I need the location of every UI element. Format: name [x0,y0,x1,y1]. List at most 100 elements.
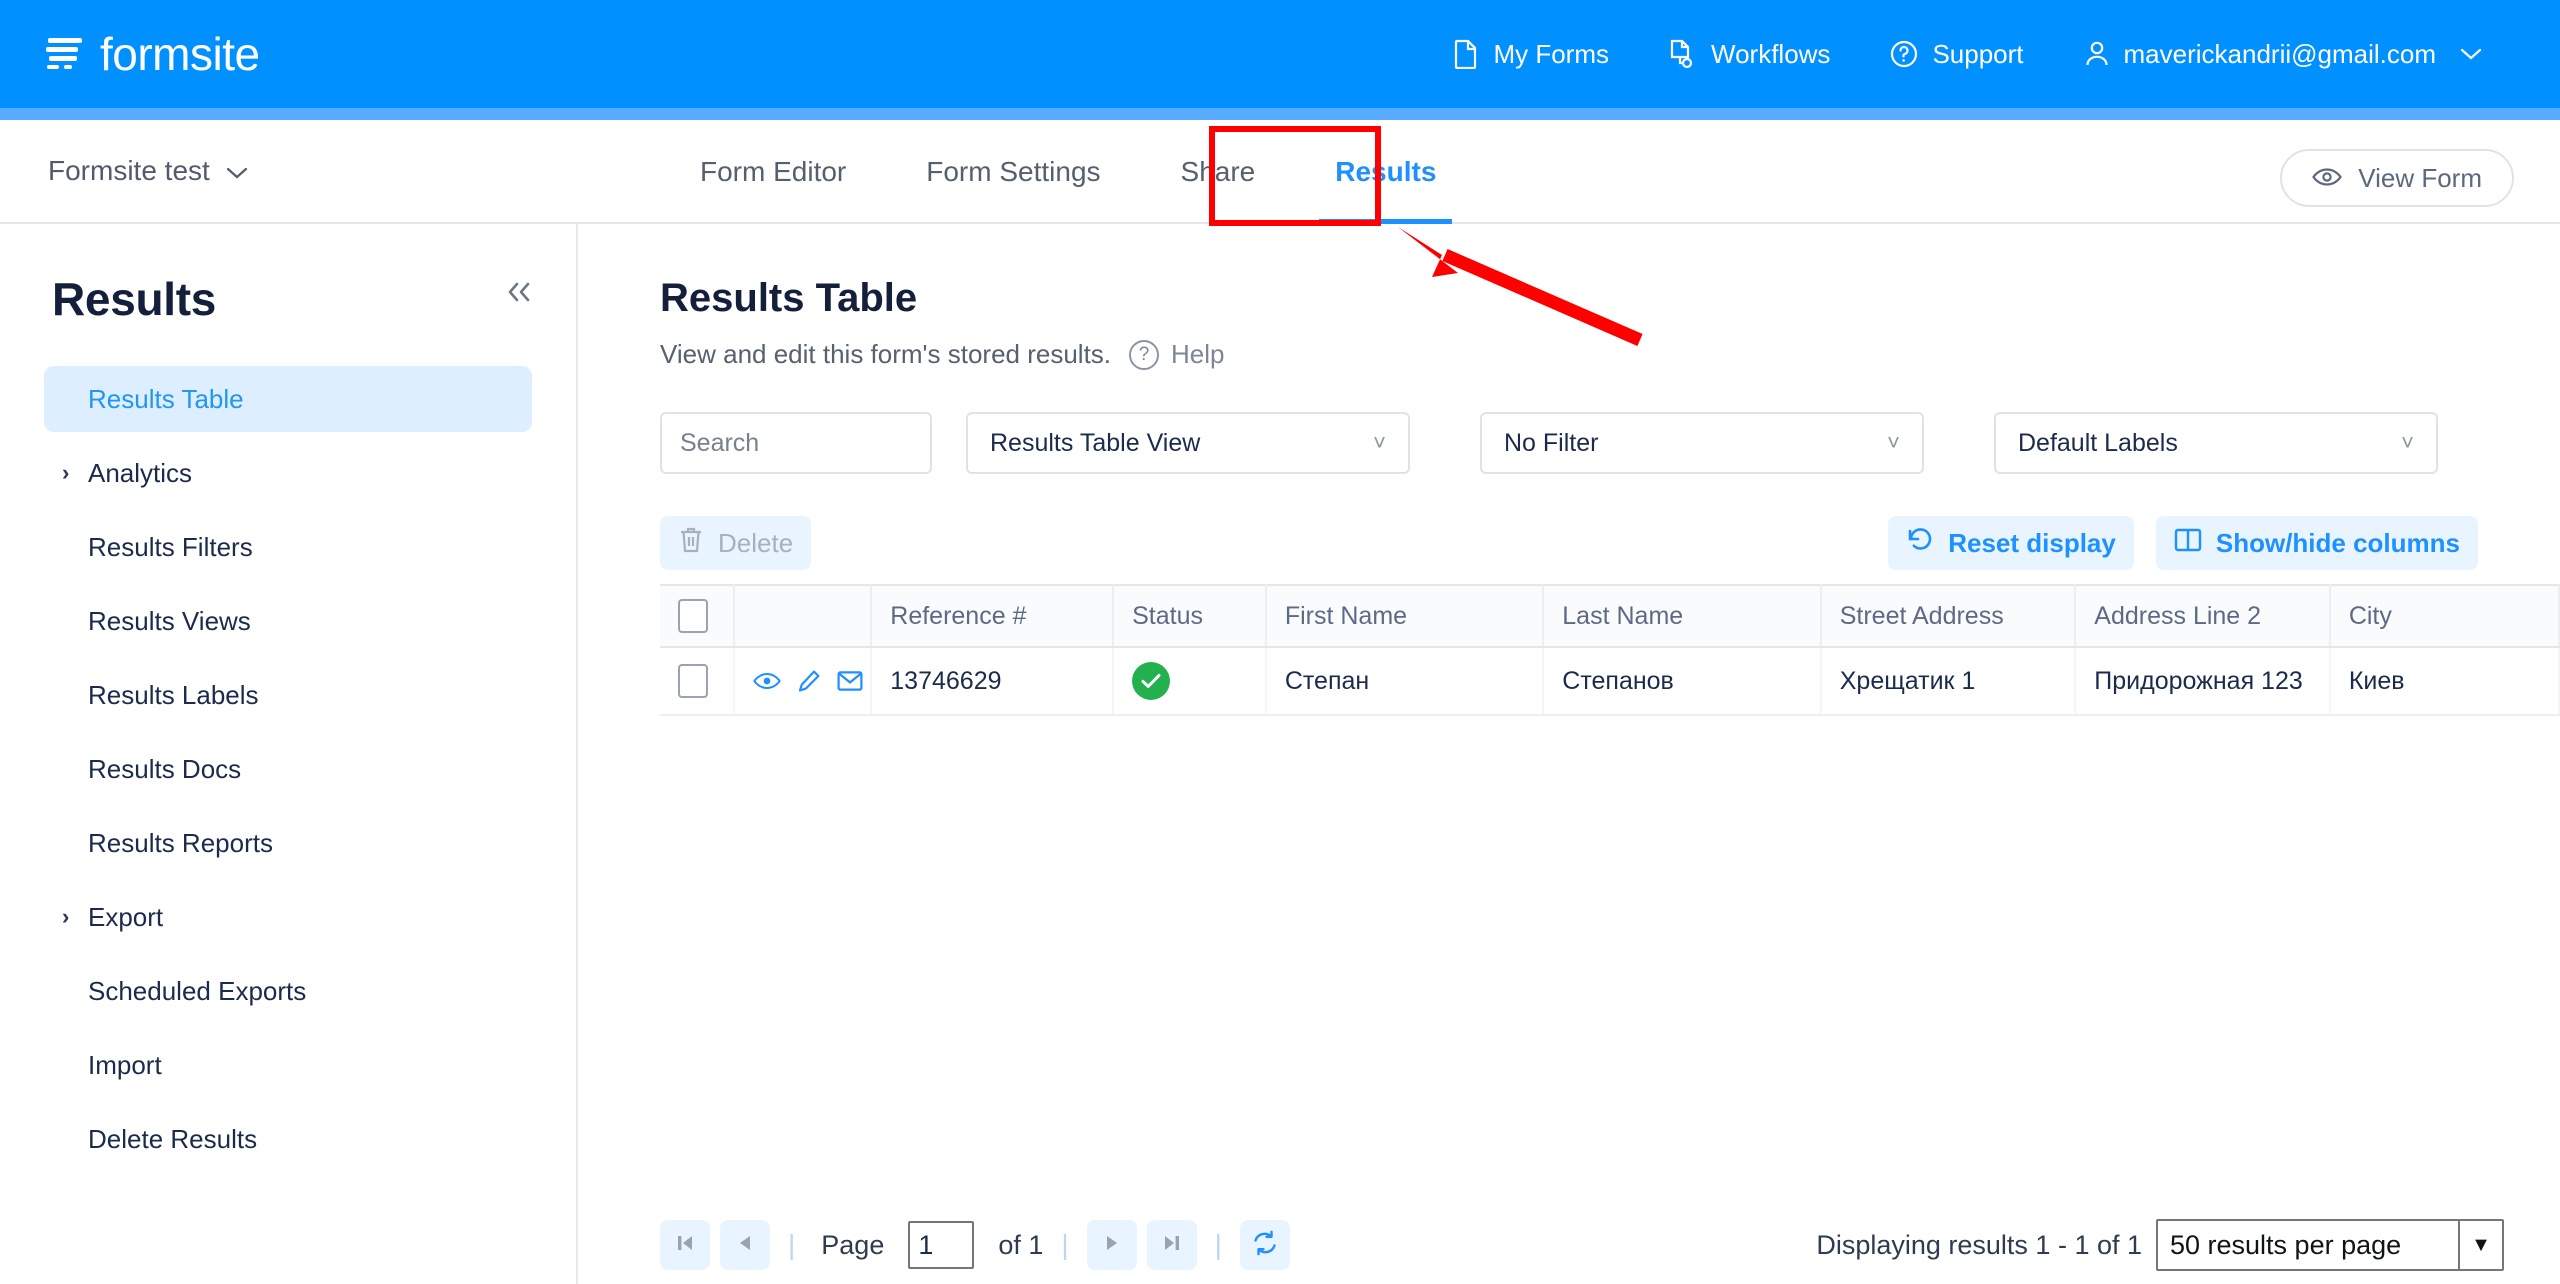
tab-share-label: Share [1180,156,1256,187]
sidebar-item-label: Results Labels [88,679,259,710]
view-form-button[interactable]: View Form [2280,149,2514,207]
first-page-button[interactable] [660,1220,710,1270]
prev-page-button[interactable] [720,1220,770,1270]
chevron-down-icon: ▼ [2458,1221,2502,1269]
displaying-results-label: Displaying results 1 - 1 of 1 [1816,1229,2142,1260]
edit-result-icon[interactable] [797,669,821,693]
page-label: Page [821,1229,885,1260]
user-icon [2084,40,2110,68]
header-street-address[interactable]: Street Address [1820,584,2077,648]
refresh-button[interactable] [1239,1220,1290,1270]
formsite-logo-icon [44,34,86,74]
refresh-icon [1252,1230,1278,1261]
next-page-button[interactable] [1086,1220,1137,1270]
sidebar-item-analytics[interactable]: › Analytics [44,440,532,506]
sidebar-item-results-views[interactable]: Results Views [44,588,532,654]
filter-dropdown[interactable]: No Filter ˅ [1480,412,1924,474]
header-last-name[interactable]: Last Name [1543,584,1822,648]
sidebar-item-label: Results Reports [88,827,273,858]
tab-share[interactable]: Share [1141,120,1296,224]
filter-value: No Filter [1504,428,1599,457]
cell-last-name: Степанов [1543,647,1822,716]
nav-my-forms-label: My Forms [1493,38,1609,69]
pager-divider: | [788,1229,796,1260]
nav-account-menu[interactable]: maverickandrii@gmail.com [2054,39,2512,70]
search-input[interactable] [662,414,930,472]
reset-display-button[interactable]: Reset display [1888,516,2134,570]
header-city-label: City [2348,601,2392,630]
header-select-all[interactable] [660,584,735,648]
tab-form-editor[interactable]: Form Editor [660,120,886,224]
email-result-icon[interactable] [837,670,863,692]
chevron-down-icon: ˅ [1373,430,1386,455]
prev-page-icon [733,1231,757,1260]
sidebar-item-scheduled-exports[interactable]: Scheduled Exports [44,958,532,1024]
sidebar-item-results-labels[interactable]: Results Labels [44,662,532,728]
toolbar-right-group: Reset display Show/hide columns [1888,516,2478,570]
tab-results[interactable]: Results [1295,120,1476,224]
form-nav-bar: Formsite test Form Editor Form Settings … [0,120,2560,224]
document-icon [1453,39,1479,69]
show-hide-columns-button[interactable]: Show/hide columns [2155,516,2478,570]
help-link[interactable]: Help [1171,339,1224,370]
sidebar-item-delete-results[interactable]: Delete Results [44,1106,532,1172]
sidebar-item-import[interactable]: Import [44,1032,532,1098]
sidebar-item-results-reports[interactable]: Results Reports [44,810,532,876]
brand-name: formsite [100,28,260,80]
table-header-row: Reference # Status First Name Last Name … [660,584,2560,648]
cell-status [1113,647,1267,716]
show-hide-columns-label: Show/hide columns [2215,527,2460,558]
results-table-wrapper: Reference # Status First Name Last Name … [660,584,2560,716]
brand-logo[interactable]: formsite [44,27,260,81]
delete-label: Delete [718,527,794,558]
results-view-dropdown[interactable]: Results Table View ˅ [966,412,1410,474]
sidebar-item-label: Import [88,1049,162,1080]
header-reference[interactable]: Reference # [871,584,1115,648]
pager-divider: | [1061,1229,1069,1260]
chevron-right-icon: › [62,460,70,485]
labels-dropdown[interactable]: Default Labels ˅ [1994,412,2438,474]
form-selector[interactable]: Formsite test [48,155,248,187]
results-per-page-value: 50 results per page [2170,1229,2402,1260]
nav-support[interactable]: Support [1860,39,2053,70]
top-header-bar: formsite My Forms Workflows Support mave… [0,0,2560,108]
cell-city: Киев [2329,647,2560,716]
nav-support-label: Support [1932,38,2024,69]
first-page-icon [673,1231,697,1260]
header-reference-label: Reference # [890,601,1027,630]
sidebar-item-results-filters[interactable]: Results Filters [44,514,532,580]
sidebar-item-results-docs[interactable]: Results Docs [44,736,532,802]
delete-button[interactable]: Delete [660,516,812,570]
row-select-cell[interactable] [660,647,735,716]
nav-my-forms[interactable]: My Forms [1423,39,1639,70]
tab-form-settings[interactable]: Form Settings [886,120,1140,224]
nav-workflows[interactable]: Workflows [1639,39,1860,70]
header-city[interactable]: City [2329,584,2560,648]
sidebar-item-export[interactable]: › Export [44,884,532,950]
header-first-name[interactable]: First Name [1265,584,1545,648]
page-subtitle: View and edit this form's stored results… [660,339,2560,370]
header-status-label: Status [1132,601,1203,630]
cell-address-line-2: Придорожная 123 [2075,647,2331,716]
last-page-button[interactable] [1146,1220,1197,1270]
top-nav: My Forms Workflows Support maverickandri… [1423,39,2512,70]
sidebar-item-results-table[interactable]: Results Table [44,366,532,432]
results-per-page-dropdown[interactable]: 50 results per page ▼ [2156,1219,2504,1271]
select-all-checkbox[interactable] [678,599,708,633]
page-subtitle-text: View and edit this form's stored results… [660,339,1112,369]
workflow-icon [1669,39,1697,69]
header-status[interactable]: Status [1113,584,1267,648]
results-sidebar: Results Results Table › Analytics Result… [0,224,578,1284]
cell-first-name: Степан [1265,647,1545,716]
table-row[interactable]: 13746629 Степан Степанов Хрещатик 1 Прид… [660,647,2560,716]
double-chevron-left-icon[interactable] [504,278,534,312]
form-title-label: Formsite test [48,155,210,186]
tab-form-editor-label: Form Editor [700,156,847,187]
chevron-down-icon: ˅ [1887,430,1900,455]
view-result-icon[interactable] [753,670,781,692]
cell-street-address: Хрещатик 1 [1820,647,2077,716]
header-address-line-2[interactable]: Address Line 2 [2075,584,2331,648]
view-form-label: View Form [2358,162,2482,193]
page-number-input[interactable] [908,1221,975,1269]
row-checkbox[interactable] [678,664,708,698]
